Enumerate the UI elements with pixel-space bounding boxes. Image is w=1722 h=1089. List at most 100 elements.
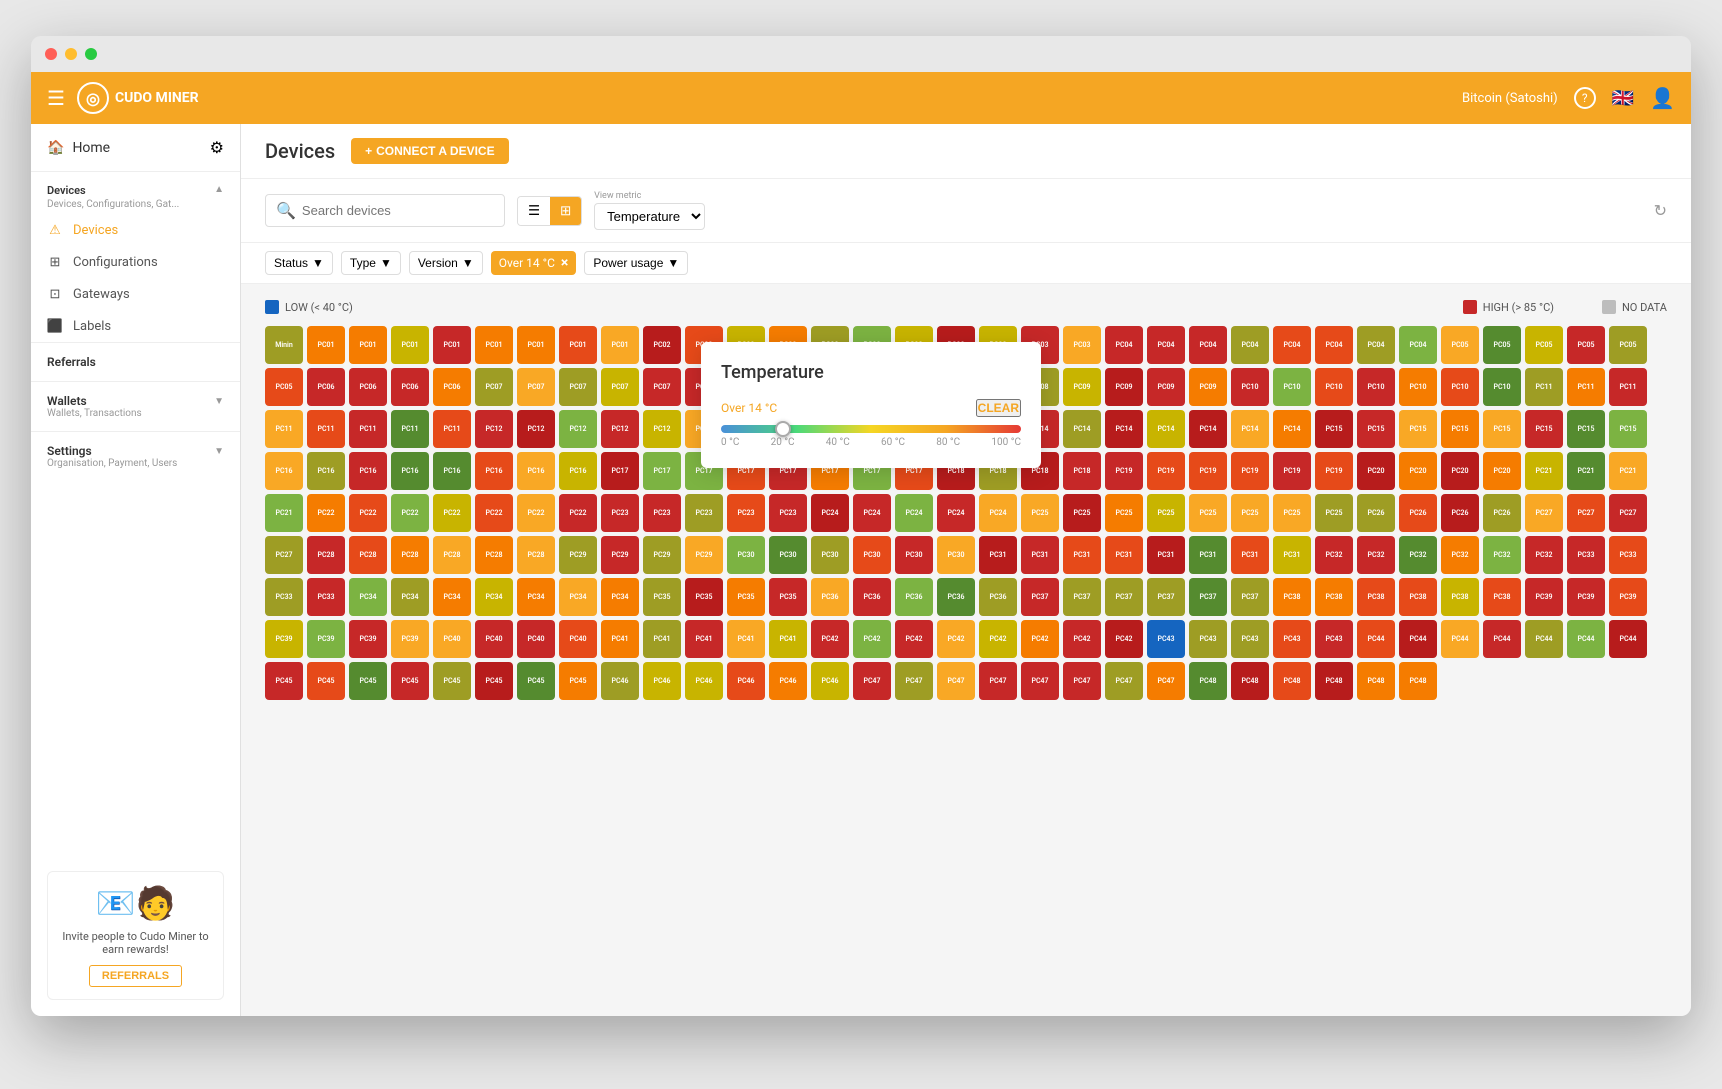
device-tile[interactable]: PC38 [1483, 578, 1521, 616]
device-tile[interactable]: PC43 [1315, 620, 1353, 658]
device-tile[interactable]: PC19 [1189, 452, 1227, 490]
device-tile[interactable]: PC33 [265, 578, 303, 616]
device-tile[interactable]: PC36 [853, 578, 891, 616]
device-tile[interactable]: PC31 [1231, 536, 1269, 574]
device-tile[interactable]: PC05 [1567, 326, 1605, 364]
device-tile[interactable]: PC47 [937, 662, 975, 700]
devices-chevron[interactable]: ▲ [214, 184, 224, 195]
device-tile[interactable]: PC10 [1231, 368, 1269, 406]
device-tile[interactable]: PC37 [1021, 578, 1059, 616]
referrals-label[interactable]: Referrals [47, 355, 224, 369]
device-tile[interactable]: PC24 [937, 494, 975, 532]
device-tile[interactable]: PC32 [1483, 536, 1521, 574]
device-tile[interactable]: PC34 [601, 578, 639, 616]
device-tile[interactable]: PC44 [1609, 620, 1647, 658]
device-tile[interactable]: PC23 [769, 494, 807, 532]
device-tile[interactable]: PC22 [475, 494, 513, 532]
settings-label[interactable]: Settings ▼ [47, 444, 224, 458]
device-tile[interactable]: PC22 [559, 494, 597, 532]
device-tile[interactable]: PC11 [265, 410, 303, 448]
referrals-button[interactable]: REFERRALS [89, 965, 182, 987]
device-tile[interactable]: PC48 [1189, 662, 1227, 700]
active-filter-tag[interactable]: Over 14 °C × [491, 251, 577, 275]
device-tile[interactable]: PC45 [391, 662, 429, 700]
device-tile[interactable]: PC06 [433, 368, 471, 406]
device-tile[interactable]: PC39 [1525, 578, 1563, 616]
device-tile[interactable]: PC37 [1231, 578, 1269, 616]
device-tile[interactable]: PC15 [1483, 410, 1521, 448]
device-tile[interactable]: PC39 [391, 620, 429, 658]
device-tile[interactable]: PC03 [1063, 326, 1101, 364]
device-tile[interactable]: PC46 [811, 662, 849, 700]
search-input[interactable] [302, 203, 494, 218]
device-tile[interactable]: PC43 [1147, 620, 1185, 658]
device-tile[interactable]: PC42 [1063, 620, 1101, 658]
device-tile[interactable]: PC24 [979, 494, 1017, 532]
device-tile[interactable]: PC19 [1231, 452, 1269, 490]
device-tile[interactable]: PC29 [559, 536, 597, 574]
device-tile[interactable]: PC01 [391, 326, 429, 364]
device-tile[interactable]: PC29 [643, 536, 681, 574]
device-tile[interactable]: PC36 [979, 578, 1017, 616]
device-tile[interactable]: PC39 [1609, 578, 1647, 616]
temp-slider-thumb[interactable] [775, 421, 791, 437]
device-tile[interactable]: PC19 [1315, 452, 1353, 490]
device-tile[interactable]: PC32 [1357, 536, 1395, 574]
device-tile[interactable]: PC10 [1315, 368, 1353, 406]
device-tile[interactable]: PC14 [1147, 410, 1185, 448]
device-tile[interactable]: PC44 [1357, 620, 1395, 658]
device-tile[interactable]: PC28 [475, 536, 513, 574]
device-tile[interactable]: PC46 [685, 662, 723, 700]
device-tile[interactable]: PC36 [811, 578, 849, 616]
sidebar-item-gateways[interactable]: ⊡ Gateways [31, 278, 240, 310]
device-tile[interactable]: PC04 [1315, 326, 1353, 364]
device-tile[interactable]: PC35 [727, 578, 765, 616]
device-tile[interactable]: PC15 [1315, 410, 1353, 448]
device-tile[interactable]: PC16 [349, 452, 387, 490]
device-tile[interactable]: PC17 [601, 452, 639, 490]
device-tile[interactable]: PC11 [391, 410, 429, 448]
clear-button[interactable]: CLEAR [976, 399, 1021, 417]
device-tile[interactable]: PC42 [1021, 620, 1059, 658]
device-tile[interactable]: PC45 [349, 662, 387, 700]
device-tile[interactable]: PC41 [643, 620, 681, 658]
device-tile[interactable]: PC38 [1315, 578, 1353, 616]
device-tile[interactable]: PC25 [1021, 494, 1059, 532]
device-tile[interactable]: PC17 [643, 452, 681, 490]
device-tile[interactable]: PC18 [1063, 452, 1101, 490]
device-tile[interactable]: PC42 [811, 620, 849, 658]
device-tile[interactable]: PC20 [1483, 452, 1521, 490]
device-tile[interactable]: PC16 [307, 452, 345, 490]
device-tile[interactable]: PC10 [1399, 368, 1437, 406]
device-tile[interactable]: PC23 [727, 494, 765, 532]
device-tile[interactable]: PC30 [769, 536, 807, 574]
device-tile[interactable]: PC15 [1357, 410, 1395, 448]
device-tile[interactable]: PC39 [265, 620, 303, 658]
device-tile[interactable]: PC37 [1063, 578, 1101, 616]
device-tile[interactable]: PC38 [1357, 578, 1395, 616]
device-tile[interactable]: PC32 [1525, 536, 1563, 574]
device-tile[interactable]: PC48 [1357, 662, 1395, 700]
device-tile[interactable]: PC32 [1441, 536, 1479, 574]
device-tile[interactable]: PC04 [1231, 326, 1269, 364]
device-tile[interactable]: PC01 [349, 326, 387, 364]
device-tile[interactable]: PC38 [1273, 578, 1311, 616]
device-tile[interactable]: PC22 [517, 494, 555, 532]
device-tile[interactable]: PC05 [1441, 326, 1479, 364]
device-tile[interactable]: PC11 [1567, 368, 1605, 406]
sidebar-item-devices[interactable]: ⚠ Devices [31, 214, 240, 246]
device-tile[interactable]: PC25 [1273, 494, 1311, 532]
device-tile[interactable]: PC26 [1357, 494, 1395, 532]
power-usage-filter[interactable]: Power usage ▼ [584, 251, 688, 275]
device-tile[interactable]: PC22 [433, 494, 471, 532]
device-tile[interactable]: PC10 [1273, 368, 1311, 406]
device-tile[interactable]: PC07 [517, 368, 555, 406]
device-tile[interactable]: PC46 [769, 662, 807, 700]
device-tile[interactable]: PC41 [727, 620, 765, 658]
device-tile[interactable]: PC07 [643, 368, 681, 406]
device-tile[interactable]: PC43 [1231, 620, 1269, 658]
search-box[interactable]: 🔍 [265, 194, 505, 227]
device-tile[interactable]: PC42 [895, 620, 933, 658]
device-tile[interactable]: PC07 [559, 368, 597, 406]
device-tile[interactable]: PC04 [1399, 326, 1437, 364]
